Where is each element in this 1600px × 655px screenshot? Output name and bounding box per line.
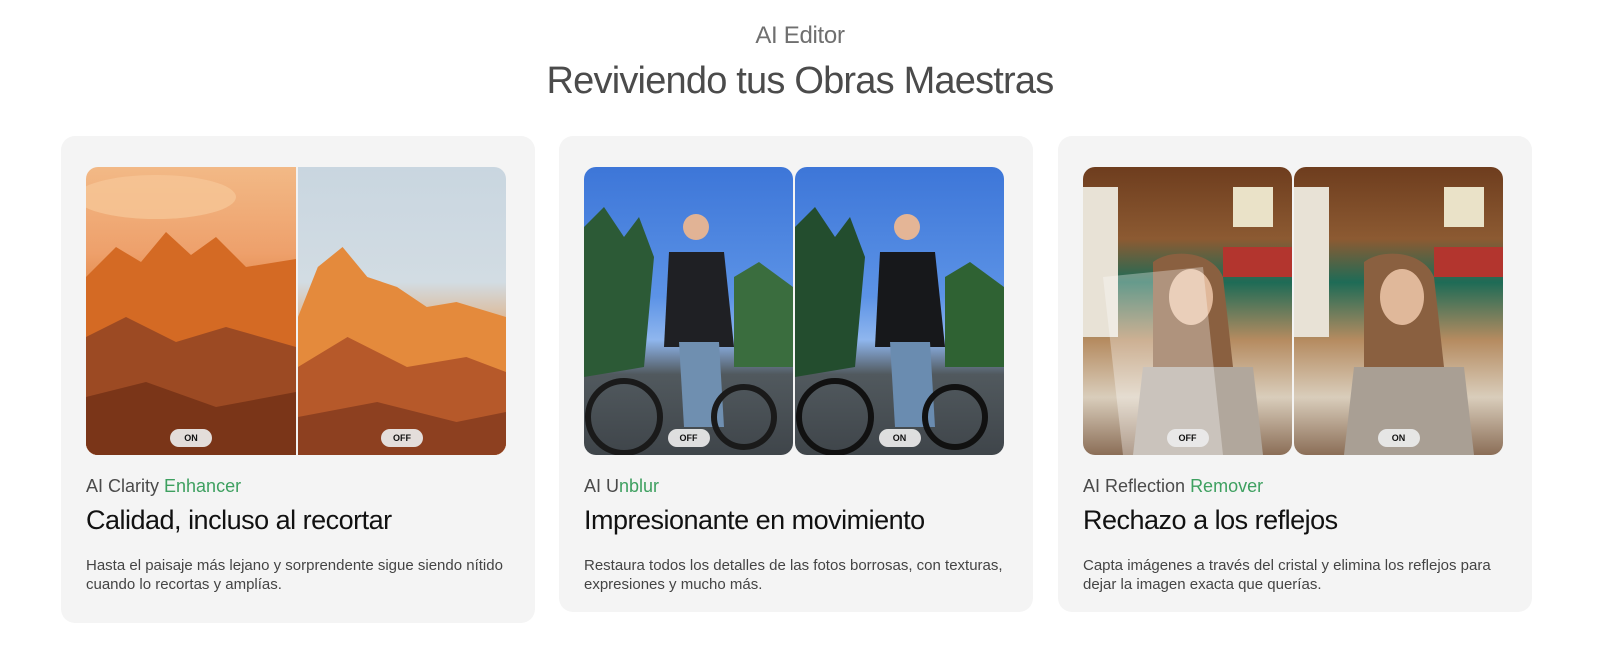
- toggle-on-badge[interactable]: ON: [170, 429, 212, 447]
- feature-card-reflection-remover: OFF ON AI Reflection Remover Rechazo a l…: [1058, 136, 1532, 612]
- card-title: Impresionante en movimiento: [584, 505, 925, 535]
- feature-card-clarity-enhancer: ON OFF AI Clarity Enhancer Calidad, incl…: [61, 136, 535, 623]
- before-image-off: OFF: [1083, 167, 1292, 455]
- toggle-on-badge[interactable]: ON: [1377, 429, 1420, 447]
- card-title: Rechazo a los reflejos: [1083, 505, 1338, 535]
- toggle-on-badge[interactable]: ON: [878, 429, 921, 447]
- before-image-off: OFF: [584, 167, 793, 455]
- after-image-on: ON: [1294, 167, 1503, 455]
- card-title: Calidad, incluso al recortar: [86, 505, 392, 535]
- feature-name-accent: Remover: [1190, 476, 1264, 496]
- feature-name-accent: nblur: [619, 476, 660, 496]
- feature-name: AI Reflection Remover: [1083, 476, 1264, 496]
- section-eyebrow: AI Editor: [755, 22, 845, 49]
- card-description: Restaura todos los detalles de las fotos…: [584, 557, 1003, 593]
- toggle-off-badge[interactable]: OFF: [381, 429, 423, 447]
- feature-name: AI Clarity Enhancer: [86, 476, 242, 496]
- card-description: Capta imágenes a través del cristal y el…: [1083, 557, 1491, 593]
- feature-card-unblur: OFF ON AI Unblur Impresionante en movimi…: [559, 136, 1033, 612]
- comparison-image: OFF ON: [584, 167, 1004, 455]
- comparison-image: ON OFF: [86, 167, 506, 455]
- before-after-image-on: ON: [86, 167, 296, 455]
- toggle-off-badge[interactable]: OFF: [1166, 429, 1209, 447]
- comparison-image: OFF ON: [1083, 167, 1503, 455]
- feature-name: AI Unblur: [584, 476, 660, 496]
- card-description: Hasta el paisaje más lejano y sorprenden…: [86, 557, 503, 593]
- section-headline: Reviviendo tus Obras Maestras: [546, 60, 1055, 102]
- after-image-on: ON: [795, 167, 1004, 455]
- before-after-image-off: OFF: [296, 167, 506, 455]
- toggle-off-badge[interactable]: OFF: [667, 429, 710, 447]
- feature-name-accent: Enhancer: [164, 476, 242, 496]
